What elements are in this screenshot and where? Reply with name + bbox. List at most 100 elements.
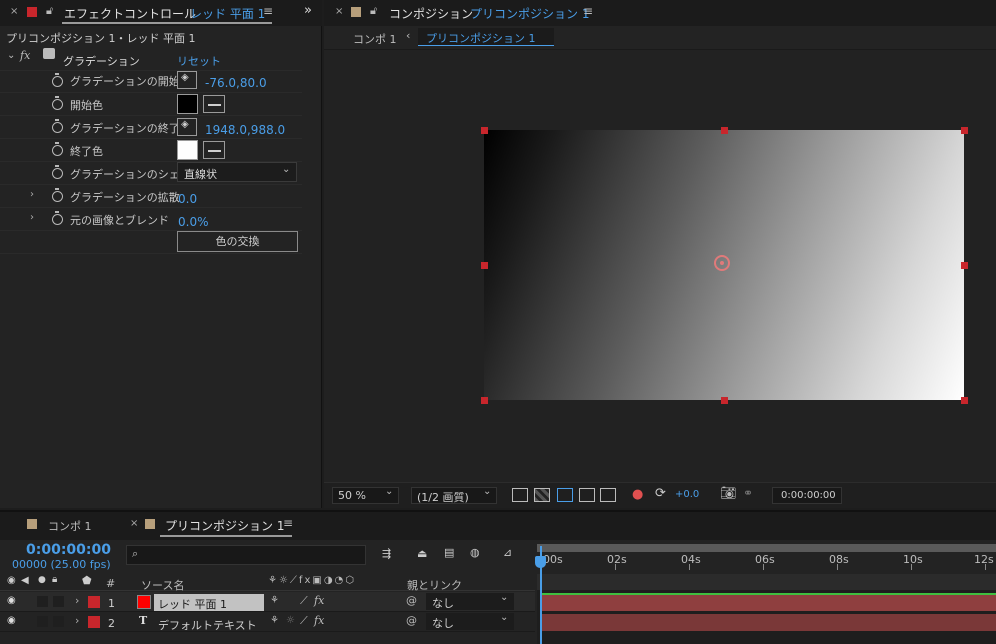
transform-handle[interactable] [961,397,968,404]
current-time-field[interactable]: 0:00:00:00 [772,487,842,504]
stopwatch-icon[interactable] [52,119,63,133]
gradient-end-value[interactable]: 1948.0,988.0 [205,123,285,137]
audio-icon[interactable]: ◀︎ [21,575,29,586]
fx-switch-icon[interactable]: fx [314,594,324,607]
transform-handle[interactable] [961,262,968,269]
layer-name[interactable]: デフォルトテキスト [158,617,257,633]
chevron-down-icon[interactable]: ⌄ [7,50,15,61]
stopwatch-icon[interactable] [52,73,63,87]
composition-mini-flowchart-icon[interactable]: ⇶ [382,547,391,560]
safe-margins-icon[interactable] [600,488,616,502]
timeline-current-time[interactable]: 0:00:00:00 [26,542,111,558]
panel-menu-icon[interactable]: ≡ [283,516,293,530]
transform-handle[interactable] [481,262,488,269]
work-area-bar[interactable] [537,544,996,552]
exposure-reset-icon[interactable]: ⟳ [655,486,666,501]
point-target-button[interactable] [177,71,197,89]
parent-dropdown[interactable]: なし ⌄ [426,612,514,630]
reset-link[interactable]: リセット [177,53,221,69]
draft-3d-icon[interactable]: ⏏ [417,547,427,560]
blend-value[interactable]: 0.0% [178,215,209,229]
close-icon[interactable]: × [335,6,343,17]
shy-switch-icon[interactable]: ⚘ [270,615,279,626]
effect-controls-tab-layer[interactable]: レッド 平面 1 [190,5,265,22]
stopwatch-icon[interactable] [52,96,63,110]
column-parent-header[interactable]: 親とリンク [407,577,462,593]
solo-toggle[interactable] [37,616,48,627]
transform-handle[interactable] [481,127,488,134]
gradient-shape-dropdown[interactable]: 直線状 ⌄ [177,162,297,182]
stopwatch-icon[interactable] [52,188,63,202]
gradient-start-value[interactable]: -76.0,80.0 [205,76,267,90]
comp-viewer[interactable] [324,50,996,482]
zoom-dropdown[interactable]: 50 % ⌄ [332,486,399,504]
chevron-right-icon[interactable]: › [75,594,79,607]
close-icon[interactable]: × [130,518,138,529]
transform-handle[interactable] [721,397,728,404]
shy-switch-icon[interactable]: ⚘ [270,595,279,606]
show-snapshot-icon[interactable]: ⚭ [743,486,753,500]
chevron-right-icon[interactable]: › [30,189,34,200]
column-source-header[interactable]: ソース名 [141,577,184,593]
pickwhip-icon[interactable]: @ [406,594,417,607]
quality-switch-icon[interactable]: ⟋ [300,614,308,628]
point-target-button[interactable] [177,118,197,136]
snapshot-camera-icon[interactable]: 📷︎ [720,486,737,501]
region-of-interest-icon[interactable] [579,488,595,502]
collapse-switch-icon[interactable]: ☼ [286,615,295,626]
breadcrumb-comp1[interactable]: コンポ 1 [353,31,397,47]
color-channels-icon[interactable]: ● [632,487,643,502]
gradient-scatter-value[interactable]: 0.0 [178,192,197,206]
stopwatch-icon[interactable] [52,165,63,179]
lock-icon[interactable]: 🔓︎ [46,4,53,18]
eye-icon[interactable]: ◉ [7,595,16,606]
frame-blending-icon[interactable]: ▤ [444,546,454,559]
resolution-dropdown[interactable]: (1/2 画質) ⌄ [411,486,497,504]
close-icon[interactable]: × [10,6,18,17]
pickwhip-icon[interactable]: @ [406,614,417,627]
lock-icon[interactable]: 🔒︎ [52,574,57,585]
lock-icon[interactable]: 🔓︎ [370,4,377,18]
layer-duration-bar[interactable] [541,614,996,631]
motion-blur-icon[interactable]: ◍ [470,546,480,559]
eyedropper-icon[interactable] [203,141,225,159]
stopwatch-icon[interactable] [52,211,63,225]
composition-tab-title[interactable]: コンポジション [389,5,473,22]
stopwatch-icon[interactable] [52,142,63,156]
chevron-right-icon[interactable]: › [75,614,79,627]
transparency-grid-icon[interactable] [534,488,550,502]
composition-tab-name[interactable]: プリコンポジション 1 [470,5,589,22]
quality-switch-icon[interactable]: ⟋ [300,594,308,608]
effect-controls-tab-title[interactable]: エフェクトコントロール [64,5,196,22]
fx-switch-icon[interactable]: fx [314,614,324,627]
playhead-handle[interactable] [535,556,546,568]
solo-icon[interactable]: ● [38,575,46,585]
breadcrumb-precomp[interactable]: プリコンポジション 1 [418,28,554,46]
transform-handle[interactable] [721,127,728,134]
panel-menu-icon[interactable]: ≡ [263,4,273,18]
lock-toggle[interactable] [53,596,64,607]
transform-handle[interactable] [961,127,968,134]
layer-label-color[interactable] [88,616,100,628]
lock-toggle[interactable] [53,616,64,627]
layer-duration-bar[interactable] [541,593,996,611]
eye-icon[interactable]: ◉ [7,615,16,626]
timeline-tab-precomp[interactable]: プリコンポジション 1 [165,517,284,534]
graph-editor-icon[interactable]: ⊿ [503,546,512,559]
parent-dropdown[interactable]: なし ⌄ [426,592,514,610]
timeline-tab-comp1[interactable]: コンポ 1 [48,518,92,534]
expand-panels-icon[interactable]: » [304,3,312,18]
end-color-swatch[interactable] [177,140,198,160]
swap-colors-button[interactable]: 色の交換 [177,231,298,252]
transform-handle[interactable] [481,397,488,404]
label-tag-icon[interactable]: ⬟ [82,574,92,587]
start-color-swatch[interactable] [177,94,198,114]
eye-icon[interactable]: ◉ [7,575,16,586]
layer-label-color[interactable] [88,596,100,608]
eyedropper-icon[interactable] [203,95,225,113]
mask-visibility-icon[interactable] [557,488,573,502]
exposure-value[interactable]: +0.0 [675,489,699,500]
layer-search-input[interactable]: ⌕ [126,545,366,565]
panel-menu-icon[interactable]: ≡ [583,4,593,18]
fast-preview-icon[interactable] [512,488,528,502]
